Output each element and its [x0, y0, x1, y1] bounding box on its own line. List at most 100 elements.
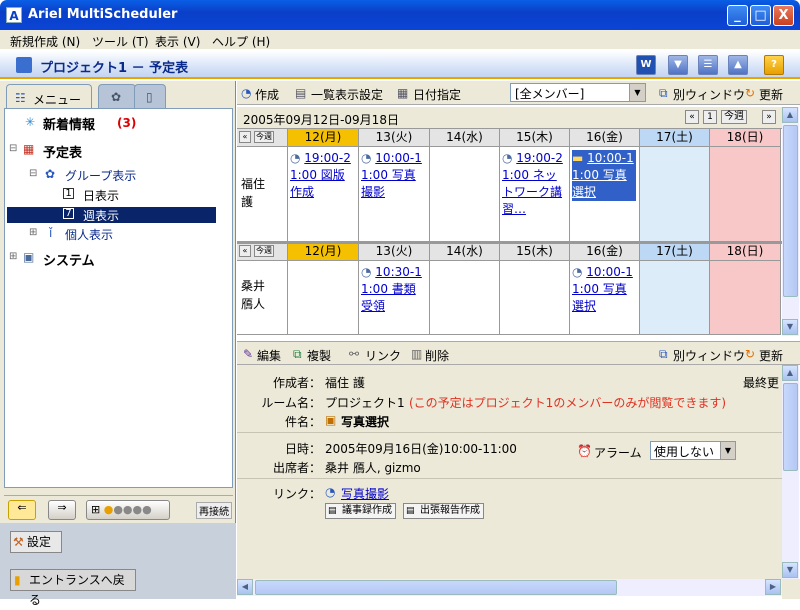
week-icon: 7 — [63, 208, 74, 219]
copy-button[interactable]: 複製 — [307, 347, 331, 364]
refresh-icon: ↻ — [745, 86, 756, 100]
tree-schedule[interactable]: 予定表 — [43, 142, 82, 161]
day-header: 17(土) — [640, 243, 710, 261]
scroll-thumb[interactable] — [783, 125, 798, 297]
help-icon[interactable]: ? — [764, 55, 784, 75]
detail-refresh-button[interactable]: 更新 — [759, 347, 783, 364]
minimize-button[interactable]: _ — [727, 5, 748, 26]
minutes-button[interactable]: ▤ 議事録作成 — [325, 503, 396, 519]
edit-button[interactable]: 編集 — [257, 347, 281, 364]
delete-button[interactable]: 削除 — [425, 347, 449, 364]
member-select[interactable]: [全メンバー] ▼ — [510, 83, 646, 102]
maximize-button[interactable]: □ — [750, 5, 771, 26]
this-week-button[interactable]: 今週 — [254, 245, 274, 257]
window-title: Ariel MultiScheduler — [28, 7, 178, 22]
chevron-down-icon[interactable]: ▼ — [720, 442, 735, 459]
alarm-select[interactable]: 使用しない ▼ — [650, 441, 736, 460]
prev-week-icon[interactable]: « — [239, 245, 251, 257]
person-name: 福住 護 — [237, 147, 288, 243]
linked-event[interactable]: 写真撮影 — [341, 485, 389, 502]
scroll-right-icon[interactable]: ▶ — [765, 579, 781, 595]
layout-split-icon[interactable]: ☰ — [698, 55, 718, 75]
doc-icon: ▤ — [406, 506, 415, 516]
expand-icon[interactable]: ⊞ — [9, 251, 17, 262]
menu-new[interactable]: 新規作成 (N) — [10, 33, 80, 50]
offline-icon[interactable]: ⇒ — [48, 500, 76, 520]
scroll-thumb[interactable] — [255, 580, 617, 595]
day-header: 12(月) — [288, 243, 359, 261]
tree-week-view[interactable]: 週表示 — [83, 207, 119, 224]
calendar-event[interactable]: ◔ 19:00-21:00 ネットワーク講習… — [502, 150, 566, 218]
day-cell[interactable] — [430, 147, 500, 243]
scroll-up-icon[interactable]: ▲ — [782, 365, 798, 381]
collapse-icon[interactable]: ⊟ — [9, 143, 17, 154]
trip-report-button[interactable]: ▤ 出張報告作成 — [403, 503, 484, 519]
back-entrance-button[interactable]: ▮ エントランスへ戻る — [10, 569, 136, 607]
scroll-down-icon[interactable]: ▼ — [782, 562, 798, 578]
reconnect-button[interactable]: 再接続 — [196, 502, 232, 519]
link-button[interactable]: リンク — [365, 347, 401, 364]
calendar-event[interactable]: ◔ 10:30-11:00 書類受領 — [361, 264, 426, 315]
scroll-left-icon[interactable]: ◀ — [237, 579, 253, 595]
detail-hscrollbar[interactable]: ◀ ▶ — [237, 579, 782, 596]
close-button[interactable]: X — [773, 5, 794, 26]
this-week-button[interactable]: 今週 — [254, 131, 274, 143]
scroll-down-icon[interactable]: ▼ — [782, 319, 798, 335]
layout-bottom-icon[interactable]: ▼ — [668, 55, 688, 75]
calendar-event[interactable]: ◔ 10:00-11:00 写真撮影 — [361, 150, 426, 201]
date-pick-button[interactable]: 日付指定 — [413, 86, 461, 103]
day-cell[interactable] — [288, 261, 359, 335]
calendar-event[interactable]: ◔ 10:00-11:00 写真選択 — [572, 264, 636, 315]
word-export-icon[interactable]: W — [636, 55, 656, 75]
day-icon[interactable]: 1 — [703, 110, 717, 124]
refresh-button[interactable]: 更新 — [759, 86, 783, 103]
calendar-event[interactable]: ▬ 10:00-11:00 写真選択 — [572, 150, 636, 201]
scroll-up-icon[interactable]: ▲ — [782, 107, 798, 123]
day-cell[interactable] — [640, 261, 710, 335]
settings-icon: ⚒ — [13, 535, 24, 549]
tab-notes[interactable]: ▯ — [134, 84, 166, 110]
day-cell[interactable] — [500, 261, 570, 335]
prev-week-icon[interactable]: « — [239, 131, 251, 143]
online-icon[interactable]: ⇐ — [8, 500, 36, 520]
tree-day-view[interactable]: 日表示 — [83, 187, 119, 204]
layout-top-icon[interactable]: ▲ — [728, 55, 748, 75]
this-week-button[interactable]: 今週 — [721, 110, 747, 124]
detail-separate-window-button[interactable]: 別ウィンドウ — [673, 347, 745, 364]
calendar-event[interactable]: ◔ 19:00-21:00 図版作成 — [290, 150, 355, 201]
calendar-scrollbar[interactable]: ▲ ▼ — [782, 107, 799, 336]
separate-window-button[interactable]: 別ウィンドウ — [673, 86, 745, 103]
next-week-icon[interactable]: » — [762, 110, 776, 124]
detail-vscrollbar[interactable]: ▲ ▼ — [782, 365, 799, 579]
back-entrance-label: エントランスへ戻る — [29, 573, 125, 607]
chevron-down-icon[interactable]: ▼ — [629, 84, 645, 101]
tree-personal-view[interactable]: 個人表示 — [65, 226, 113, 243]
tree-group-view[interactable]: グループ表示 — [65, 167, 136, 184]
create-button[interactable]: 作成 — [255, 86, 279, 103]
day-icon: 1 — [63, 188, 74, 199]
menu-view[interactable]: 表示 (V) — [155, 33, 200, 50]
menu-help[interactable]: ヘルプ (H) — [212, 33, 270, 50]
list-settings-button[interactable]: 一覧表示設定 — [311, 86, 383, 103]
settings-button[interactable]: ⚒ 設定 — [10, 531, 62, 553]
day-cell[interactable] — [640, 147, 710, 243]
prev-week-icon[interactable]: « — [685, 110, 699, 124]
scroll-thumb[interactable] — [783, 383, 798, 471]
calendar-pick-icon: ▦ — [397, 86, 409, 100]
project-icon — [16, 57, 32, 73]
tab-members[interactable]: ✿ — [98, 84, 136, 110]
collapse-icon[interactable]: ⊟ — [29, 168, 37, 179]
menu-tools[interactable]: ツール (T) — [92, 33, 149, 50]
news-count: (3) — [117, 116, 137, 130]
day-cell[interactable] — [710, 261, 781, 335]
expand-icon[interactable]: ⊞ — [29, 227, 37, 238]
room-note: (この予定はプロジェクト1のメンバーのみが閲覧できます) — [409, 396, 727, 410]
tree-system[interactable]: システム — [43, 250, 95, 269]
day-cell[interactable] — [430, 261, 500, 335]
event-icon: ▬ — [572, 151, 588, 165]
resize-grip[interactable] — [782, 579, 800, 599]
day-cell[interactable] — [710, 147, 781, 243]
project-title: プロジェクト1 － 予定表 — [40, 61, 189, 76]
tree-news[interactable]: 新着情報 — [43, 114, 95, 133]
event-icon: ◔ — [290, 151, 305, 165]
